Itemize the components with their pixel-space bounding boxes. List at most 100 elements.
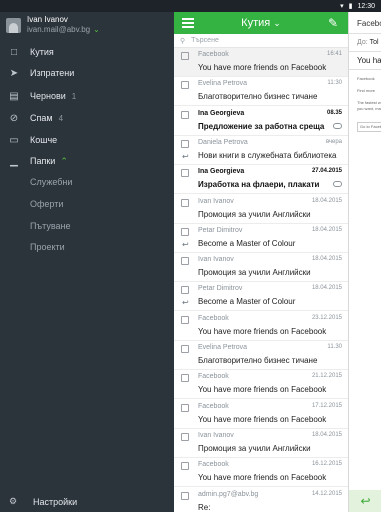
list-item[interactable]: ↩ Petar Dimitrov 18.04.2015 Become a Master… — [174, 282, 348, 312]
sidebar-item-spam[interactable]: ⊘ Спам 4 — [0, 108, 174, 128]
reply-icon: ↩ — [360, 494, 371, 508]
folder-icon: ▁ — [10, 155, 18, 167]
list-item[interactable]: Facebook 17.12.2015 You have more friends … — [174, 400, 348, 429]
message-subject: You have more friends on Facebook — [198, 473, 327, 483]
list-item[interactable]: ↩ Petar Dimitrov 18.04.2015 Become a Master… — [174, 224, 348, 253]
list-item[interactable]: Ina Georgieva 08.35 Предложение за работна… — [174, 107, 348, 136]
compose-icon[interactable]: ✎ — [328, 16, 338, 30]
row-checkbox[interactable] — [181, 169, 189, 178]
row-checkbox[interactable] — [181, 432, 189, 441]
message-date: 14.12.2015 — [311, 490, 342, 497]
row-checkbox[interactable] — [181, 315, 189, 324]
message-subject: You have more friends on Facebook — [198, 385, 327, 395]
row-checkbox[interactable] — [181, 257, 189, 266]
folder-item[interactable]: Пътуване — [30, 221, 70, 231]
list-item[interactable]: Ivan Ivanov 18.04.2015 Промоция за учили А… — [174, 253, 348, 283]
tag-icon — [333, 181, 342, 188]
message-subject: Благотворително бизнес тичане — [198, 92, 318, 102]
list-item[interactable]: admin.pg7@abv.bg 14.12.2015 Re: — [174, 488, 348, 512]
list-item[interactable]: Facebook 16:41 You have more friends on Fa… — [174, 48, 348, 77]
message-date: 23.12.2015 — [311, 314, 342, 321]
message-subject: Нови книги в служебната библиотека — [198, 150, 337, 160]
list-item[interactable]: Ina Georgieva 27.04.2015 Изработка на флае… — [174, 165, 348, 195]
account-email: ivan.mail@abv.bg ⌄ — [27, 25, 100, 34]
message-subject: Промоция за учили Английски — [198, 443, 311, 453]
menu-icon[interactable] — [182, 18, 194, 28]
list-item[interactable]: ↩ Daniela Petrova вчера Нови книги в служеб… — [174, 136, 348, 165]
list-item[interactable]: Ivan Ivanov 18.04.2015 Промоция за учили А… — [174, 429, 348, 458]
reply-button[interactable]: ↩ — [349, 490, 381, 512]
list-toolbar: Кутия ⌄ ✎ — [174, 12, 348, 34]
list-item[interactable]: Facebook 23.12.2015 You have more friends … — [174, 312, 348, 341]
row-checkbox[interactable] — [181, 198, 189, 207]
row-checkbox[interactable] — [181, 491, 189, 500]
row-checkbox[interactable] — [181, 110, 189, 119]
trash-icon: ▭ — [9, 134, 19, 146]
row-checkbox[interactable] — [181, 286, 189, 295]
row-checkbox[interactable] — [181, 403, 189, 412]
message-date: 16.12.2015 — [311, 461, 342, 468]
message-body: Facebook Find more The fastest way you w… — [349, 70, 381, 132]
row-checkbox[interactable] — [181, 81, 189, 90]
sidebar-item-label: Спам — [30, 113, 53, 123]
message-sender: Facebook — [198, 51, 229, 58]
sidebar: Ivan Ivanov ivan.mail@abv.bg ⌄ □ Кутия ➤ … — [0, 12, 174, 512]
avatar — [6, 17, 21, 33]
message-date: 21.12.2015 — [311, 373, 342, 380]
message-date: 11.30 — [327, 344, 342, 350]
message-date: 11:30 — [327, 80, 342, 87]
list-item[interactable]: Facebook 16.12.2015 You have more friends … — [174, 458, 348, 488]
message-subject: You have more friends on Facebook — [198, 326, 327, 336]
message-date: 18.04.2015 — [311, 431, 342, 438]
list-item[interactable]: Evelina Petrova 11:30 Благотворително бизн… — [174, 77, 348, 107]
row-checkbox[interactable] — [181, 139, 189, 148]
list-item[interactable]: Facebook 21.12.2015 You have more friends … — [174, 370, 348, 400]
list-item[interactable]: Ivan Ivanov 18.04.2015 Промоция за учили А… — [174, 195, 348, 224]
body-link-button[interactable]: Go to Facebook — [357, 122, 381, 132]
search-bar[interactable]: ⚲ Търсене — [174, 34, 348, 48]
message-sender: Facebook — [198, 373, 229, 381]
message-date: 18.04.2015 — [311, 256, 342, 263]
folder-title: Кутия — [241, 17, 271, 29]
message-sender: Facebook — [198, 314, 229, 322]
sidebar-item-inbox[interactable]: □ Кутия — [0, 42, 174, 62]
sidebar-item-sent[interactable]: ➤ Изпратени — [0, 63, 174, 83]
sidebar-item-drafts[interactable]: ▤ Чернови 1 — [0, 86, 174, 106]
battery-icon: ▮ — [348, 3, 353, 10]
message-date: 08.35 — [326, 109, 342, 116]
folder-item[interactable]: Оферти — [30, 199, 63, 209]
message-sender: Daniela Petrova — [198, 138, 248, 146]
sidebar-item-trash[interactable]: ▭ Кошче — [0, 130, 174, 150]
message-sender: Ivan Ivanov — [198, 197, 234, 205]
reply-icon: ↩ — [182, 239, 189, 249]
sidebar-item-label: Кутия — [30, 47, 54, 57]
message-from: Facebo — [349, 12, 381, 34]
message-subject: Re: — [198, 502, 211, 512]
row-checkbox[interactable] — [181, 52, 189, 60]
list-item[interactable]: Evelina Petrova 11.30 Благотворително бизн… — [174, 341, 348, 370]
message-sender: Petar Dimitrov — [198, 285, 243, 293]
settings-item[interactable]: ⚙ Настройки — [0, 491, 174, 512]
message-date: 18.04.2015 — [311, 226, 342, 233]
spam-count: 4 — [58, 113, 64, 123]
search-icon: ⚲ — [180, 37, 186, 45]
folder-item[interactable]: Проекти — [30, 242, 65, 252]
row-checkbox[interactable] — [181, 345, 189, 353]
reading-pane: Facebo До: Tol You ha Facebook Find more… — [348, 12, 381, 512]
sidebar-item-folders[interactable]: ▁ Папки ⌃ — [0, 151, 174, 171]
message-sender: Evelina Petrova — [198, 80, 248, 88]
recipient-field[interactable]: До: Tol — [349, 34, 381, 52]
message-subject: You have more friends on Facebook — [198, 63, 327, 72]
row-checkbox[interactable] — [181, 374, 189, 383]
row-checkbox[interactable] — [181, 462, 189, 471]
account-name: Ivan Ivanov — [27, 15, 68, 24]
row-checkbox[interactable] — [181, 227, 189, 236]
wifi-icon: ▾ — [340, 3, 344, 10]
account-switcher[interactable]: Ivan Ivanov ivan.mail@abv.bg ⌄ — [0, 12, 174, 38]
folder-selector[interactable]: Кутия ⌄ — [241, 17, 281, 29]
message-subject: Become a Master of Colour — [198, 297, 296, 307]
message-sender: Ina Georgieva — [198, 109, 245, 117]
search-input[interactable]: Търсене — [191, 37, 219, 44]
folder-item[interactable]: Служебни — [30, 177, 72, 187]
message-date: 18.04.2015 — [311, 285, 342, 292]
